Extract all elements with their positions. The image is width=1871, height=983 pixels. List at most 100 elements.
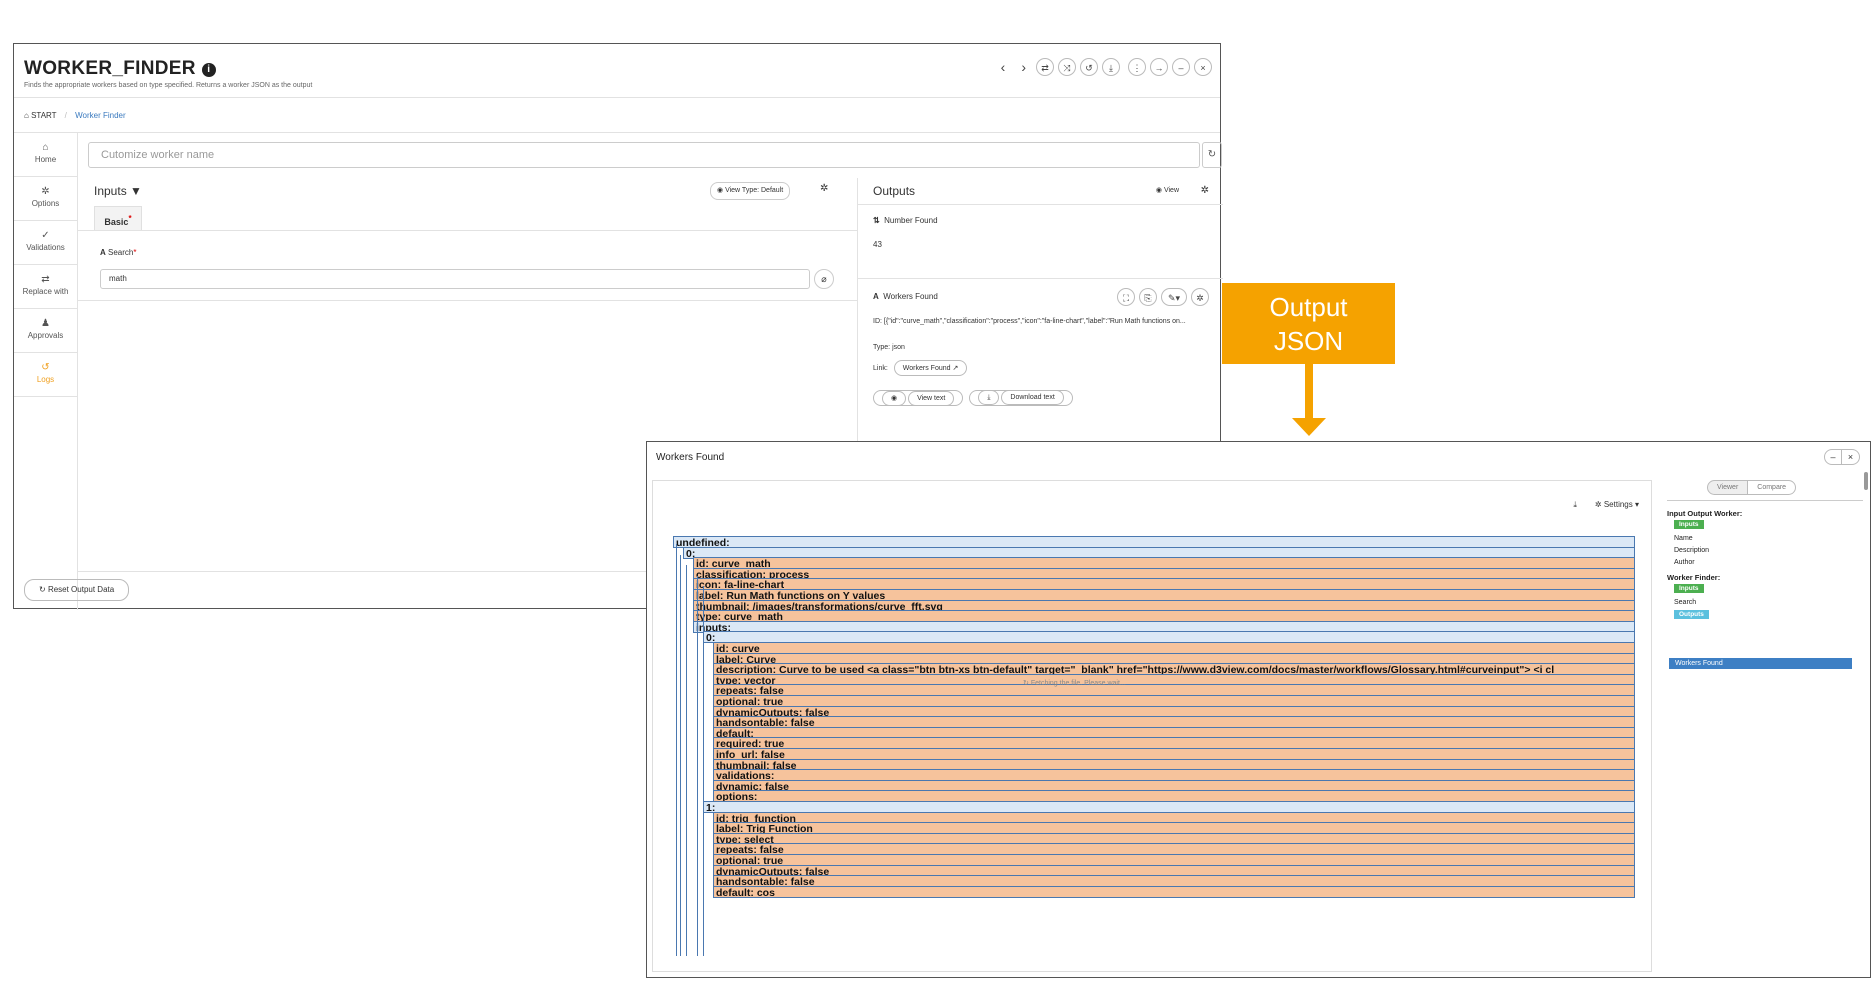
copy-icon[interactable]: ⎘: [1139, 288, 1157, 306]
search-input[interactable]: math: [100, 269, 810, 289]
sidebar-item-options[interactable]: ✲ Options: [14, 177, 77, 221]
callout-line2: JSON: [1273, 326, 1344, 356]
attach-icon[interactable]: ⌀: [814, 269, 834, 289]
inputs-heading[interactable]: Inputs ▼: [94, 184, 142, 198]
list-item[interactable]: Name: [1674, 535, 1693, 542]
refresh-icon: ↻: [39, 585, 46, 594]
group-heading: Worker Finder:: [1667, 573, 1721, 582]
workers-found-id: ID: [{"id":"curve_math","classification"…: [873, 316, 1208, 327]
close-icon[interactable]: ×: [1194, 58, 1212, 76]
callout-line1: Output: [1269, 292, 1348, 322]
workers-found-label-text: Workers Found: [883, 292, 938, 301]
view-type-button[interactable]: ◉ View Type: Default: [710, 182, 791, 200]
tree-guide-line: [676, 544, 677, 956]
tree-guide-line: [686, 565, 687, 956]
required-marker: *: [128, 214, 132, 223]
eye-icon: ◉: [1155, 187, 1162, 194]
download-text-label: Download text: [1001, 390, 1064, 405]
download-text-button[interactable]: ⤓ Download text: [969, 390, 1073, 406]
sidebar-item-label: Options: [31, 199, 60, 208]
inputs-badge[interactable]: Inputs: [1674, 584, 1704, 593]
download-icon[interactable]: ⤓: [1102, 58, 1120, 76]
eye-icon: ◉: [882, 391, 907, 406]
viewer-title: Workers Found: [656, 452, 725, 463]
tab-basic[interactable]: Basic*: [94, 206, 142, 231]
id-label: ID:: [873, 318, 882, 325]
swap-icon[interactable]: ⇄: [1036, 58, 1054, 76]
json-tools: ⤓ ✲ Settings ▾: [1573, 500, 1639, 510]
undo-icon[interactable]: ↺: [1080, 58, 1098, 76]
link-chip-label: Workers Found: [902, 365, 951, 372]
reset-output-button[interactable]: ↻ Reset Output Data: [24, 579, 130, 601]
text-type-icon: A: [873, 292, 879, 301]
settings-dropdown[interactable]: ✲ Settings ▾: [1595, 500, 1639, 510]
history-icon: ↺: [41, 362, 50, 373]
outputs-panel: Outputs ◉ View ✲ ⇅ Number Found 43 A Wor…: [857, 178, 1223, 478]
list-item[interactable]: Description: [1674, 547, 1709, 554]
worker-name-input[interactable]: Cutomize worker name: [88, 142, 1200, 168]
workers-found-actions: ⛶ ⎘ ✎▾ ✲: [1117, 288, 1209, 306]
list-item[interactable]: Author: [1674, 559, 1695, 566]
tools-dropdown-icon[interactable]: ✎▾: [1161, 288, 1187, 306]
next-icon[interactable]: ›: [1015, 59, 1032, 75]
divider: [14, 97, 1220, 98]
workers-found-label: A Workers Found: [873, 292, 938, 301]
tab-viewer[interactable]: Viewer: [1707, 480, 1749, 495]
gear-icon[interactable]: ✲: [1191, 288, 1209, 306]
inputs-badge[interactable]: Inputs: [1674, 520, 1704, 529]
sidebar-item-logs[interactable]: ↺ Logs: [14, 353, 77, 397]
more-icon[interactable]: ⋮: [1128, 58, 1146, 76]
number-found-label: ⇅ Number Found: [873, 216, 938, 225]
swap-icon: ⇄: [41, 274, 50, 285]
tab-compare[interactable]: Compare: [1748, 480, 1797, 495]
type-value: json: [892, 344, 905, 351]
worker-subtitle: Finds the appropriate workers based on t…: [24, 82, 313, 89]
gear-icon[interactable]: ✲: [1201, 185, 1209, 196]
breadcrumb-root[interactable]: START: [31, 111, 56, 120]
close-icon[interactable]: ×: [1842, 449, 1860, 465]
external-link-icon: ↗: [952, 365, 959, 372]
fetching-text: Fetching the file. Please wait...: [1030, 680, 1126, 687]
minimize-icon[interactable]: –: [1824, 449, 1842, 465]
callout-arrow-head: [1292, 418, 1326, 436]
callout-arrow: [1305, 364, 1313, 424]
sidebar-item-validations[interactable]: ✓ Validations: [14, 221, 77, 265]
outputs-badge[interactable]: Outputs: [1674, 610, 1709, 619]
worker-title-text: WORKER_FINDER: [24, 58, 196, 79]
export-icon[interactable]: →: [1150, 58, 1168, 76]
info-icon[interactable]: i: [201, 63, 216, 77]
divider: [77, 300, 857, 301]
type-label: Type:: [873, 344, 891, 351]
sidebar-item-approvals[interactable]: ♟ Approvals: [14, 309, 77, 353]
sidebar-item-replace[interactable]: ⇄ Replace with: [14, 265, 77, 309]
home-icon[interactable]: ⌂: [24, 111, 29, 120]
sidebar-item-home[interactable]: ⌂ Home: [14, 133, 77, 177]
search-label-text: Search: [108, 248, 134, 257]
shuffle-icon[interactable]: ⤨: [1058, 58, 1076, 76]
refresh-icon[interactable]: ↻: [1202, 142, 1222, 168]
outputs-view-button[interactable]: ◉ View: [1156, 186, 1179, 194]
sidebar-item-label: Validations: [26, 243, 65, 252]
sidebar: ⌂ Home ✲ Options ✓ Validations ⇄ Replace wit…: [14, 133, 78, 610]
home-icon: ⌂: [42, 142, 49, 153]
output-json-callout: Output JSON: [1222, 283, 1395, 364]
view-text-label: View text: [908, 391, 955, 406]
json-tree: undefined: 0: id: curve_math classification…: [673, 536, 1648, 956]
json-leaf[interactable]: default: cos: [713, 885, 1635, 898]
gear-icon[interactable]: ✲: [820, 183, 828, 194]
workers-found-link-chip[interactable]: Workers Found ↗: [893, 360, 968, 376]
filter-icon[interactable]: ▼: [130, 184, 142, 198]
group-heading: Input Output Worker:: [1667, 509, 1743, 518]
tab-basic-label: Basic: [104, 217, 129, 227]
list-item-selected[interactable]: Workers Found: [1669, 658, 1852, 669]
expand-icon[interactable]: ⛶: [1117, 288, 1135, 306]
tree-guide-line: [680, 554, 681, 956]
breadcrumb-current[interactable]: Worker Finder: [75, 111, 126, 120]
view-text-button[interactable]: ◉ View text: [873, 390, 964, 406]
prev-icon[interactable]: ‹: [995, 59, 1012, 75]
minimize-icon[interactable]: –: [1172, 58, 1190, 76]
list-item[interactable]: Search: [1674, 599, 1696, 606]
check-icon: ✓: [41, 230, 50, 241]
viewer-tabs: Viewer Compare: [1707, 480, 1797, 495]
download-icon[interactable]: ⤓: [1573, 500, 1577, 510]
